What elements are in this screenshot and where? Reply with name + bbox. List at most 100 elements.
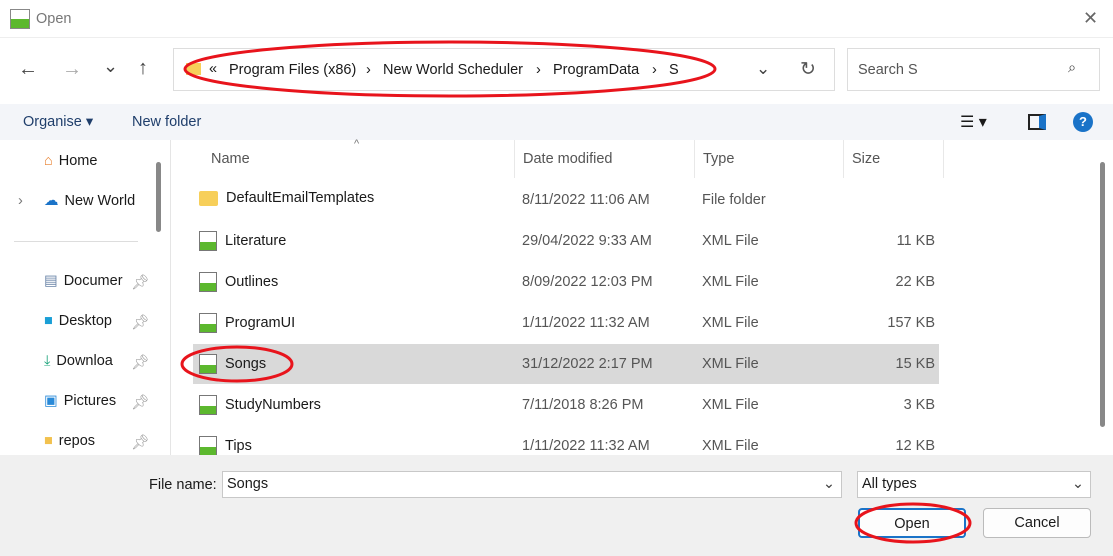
cancel-button[interactable]: Cancel [983,508,1091,538]
overflow-chevron[interactable]: « [209,61,217,77]
address-bar[interactable]: « Program Files (x86) › New World Schedu… [173,48,835,91]
pin-icon[interactable]: 📌︎ [131,394,149,411]
recent-locations-button[interactable]: ⌄ [103,56,118,77]
column-header-type[interactable]: Type [695,140,844,178]
sidebar-item-label: Downloa [56,353,113,369]
file-name: DefaultEmailTemplates [226,190,375,206]
file-name-value: Songs [227,476,269,492]
sidebar-item-label: Pictures [63,393,117,409]
file-date: 29/04/2022 9:33 AM [522,233,652,249]
file-type: XML File [702,315,759,331]
pin-icon[interactable]: 📌︎ [131,354,149,371]
pin-icon[interactable]: 📌︎ [131,274,149,291]
search-icon: ⌕ [1068,60,1077,76]
sidebar-item-downloads[interactable]: ⤓ Downloa [44,353,113,369]
folder-icon: ■ [44,433,53,449]
new-folder-button[interactable]: New folder [132,114,201,130]
search-input[interactable]: Search S ⌕ [847,48,1100,91]
file-type: XML File [702,356,759,372]
chevron-down-icon[interactable]: ⌄ [756,59,770,79]
download-icon: ⤓ [44,353,51,369]
file-row[interactable]: Outlines 8/09/2022 12:03 PM XML File 22 … [193,262,939,302]
file-size: 15 KB [895,356,936,372]
sidebar-item-label: Documer [63,273,123,289]
crumb-separator[interactable]: › [536,62,541,78]
organise-button[interactable]: Organise ▾ [23,114,93,130]
crumb[interactable]: S [669,62,679,78]
close-icon[interactable]: ✕ [1083,8,1098,29]
pin-icon[interactable]: 📌︎ [131,434,149,451]
xml-file-icon [199,231,217,251]
chevron-down-icon[interactable]: ⌄ [823,472,835,497]
desktop-icon: ■ [44,313,53,329]
xml-file-icon [199,354,217,374]
view-options-icon[interactable]: ☰ ▾ [960,112,987,132]
column-header-name[interactable]: Name [203,140,515,178]
file-row[interactable]: DefaultEmailTemplates 8/11/2022 11:06 AM… [193,180,939,220]
file-size: 3 KB [903,397,935,413]
file-type: XML File [702,438,759,454]
crumb[interactable]: New World Scheduler [383,62,523,78]
file-date: 8/09/2022 12:03 PM [522,274,653,290]
crumb[interactable]: Program Files (x86) [229,62,356,78]
column-header-date[interactable]: Date modified [515,140,695,178]
chevron-down-icon: ⌄ [1071,476,1084,492]
sidebar-item-home[interactable]: ⌂ Home [44,153,97,169]
crumb[interactable]: ProgramData [553,62,639,78]
forward-button[interactable]: → [62,58,82,81]
file-row[interactable]: Songs 31/12/2022 2:17 PM XML File 15 KB [193,344,939,384]
file-list: ^ Name Date modified Type Size DefaultEm… [170,138,1113,456]
pin-icon[interactable]: 📌︎ [131,314,149,331]
column-header-size[interactable]: Size [844,140,944,178]
back-button[interactable]: ← [18,58,38,81]
xml-file-icon [199,313,217,333]
file-name: ProgramUI [225,315,296,331]
file-row[interactable]: ProgramUI 1/11/2022 11:32 AM XML File 15… [193,303,939,343]
sidebar-item-label: New World [64,193,136,209]
window-title: Open [36,11,72,27]
file-type: XML File [702,233,759,249]
navigation-pane: ⌂ Home › ☁ New World ▤ Documer ■ Desktop ⤓ Do… [0,140,168,455]
sidebar-item-label: repos [58,433,96,449]
file-type-select[interactable]: All types ⌄ [857,471,1091,498]
home-icon: ⌂ [44,153,53,169]
file-date: 31/12/2022 2:17 PM [522,356,653,372]
file-row[interactable]: StudyNumbers 7/11/2018 8:26 PM XML File … [193,385,939,425]
sidebar-item-label: Desktop [58,313,112,329]
file-type: File folder [702,192,766,208]
file-type: XML File [702,274,759,290]
sidebar-item-documents[interactable]: ▤ Documer [44,273,123,289]
file-size: 22 KB [895,274,936,290]
xml-file-icon [199,272,217,292]
sidebar-item-repos[interactable]: ■ repos [44,433,95,449]
file-date: 7/11/2018 8:26 PM [522,397,644,413]
file-type-value: All types [862,476,917,492]
refresh-button[interactable]: ↻ [800,58,816,81]
file-row[interactable]: Literature 29/04/2022 9:33 AM XML File 1… [193,221,939,261]
sidebar-scrollbar[interactable] [156,162,161,232]
folder-icon [199,190,218,206]
file-name: StudyNumbers [225,397,321,413]
up-button[interactable]: ↑ [138,57,148,80]
file-type: XML File [702,397,759,413]
file-date: 8/11/2022 11:06 AM [522,192,650,208]
open-button[interactable]: Open [858,508,966,538]
crumb-separator[interactable]: › [652,62,657,78]
file-list-scrollbar[interactable] [1100,162,1105,427]
preview-pane-icon[interactable] [1028,114,1046,130]
pictures-icon: ▣ [44,393,58,409]
file-name: Literature [225,233,287,249]
documents-icon: ▤ [44,273,58,289]
expand-chevron-icon[interactable]: › [18,193,23,209]
xml-file-icon [199,395,217,415]
app-icon [10,9,30,29]
crumb-separator[interactable]: › [366,62,371,78]
help-icon[interactable]: ? [1073,112,1093,132]
sidebar-item-new-world[interactable]: ☁ New World [44,193,135,209]
sidebar-item-pictures[interactable]: ▣ Pictures [44,393,116,409]
file-name: Tips [225,438,252,454]
file-name-input[interactable]: Songs ⌄ [222,471,842,498]
search-placeholder: Search S [858,62,918,78]
sidebar-item-desktop[interactable]: ■ Desktop [44,313,112,329]
file-date: 1/11/2022 11:32 AM [522,315,650,331]
